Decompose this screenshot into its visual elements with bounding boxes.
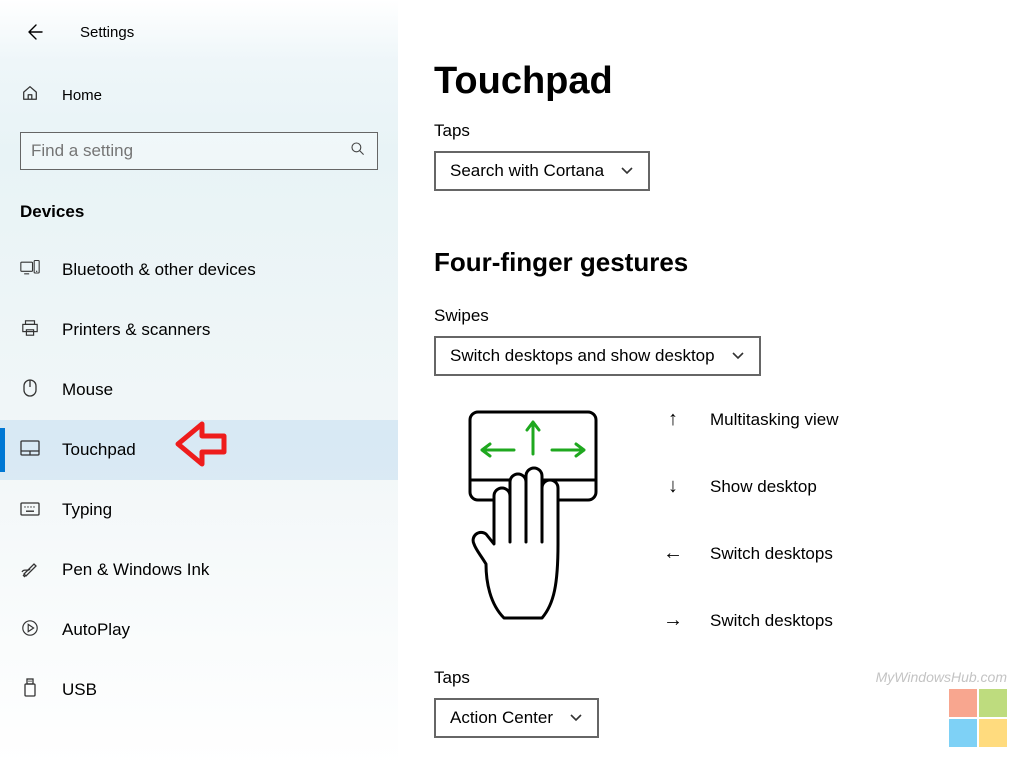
chevron-down-icon <box>569 708 583 728</box>
sidebar-item-pen[interactable]: Pen & Windows Ink <box>0 540 398 600</box>
legend-up: ↑ Multitasking view <box>660 408 839 431</box>
legend-label: Multitasking view <box>710 410 839 430</box>
taps2-dropdown[interactable]: Action Center <box>434 698 599 738</box>
sidebar-item-label: Bluetooth & other devices <box>62 260 256 280</box>
keyboard-icon <box>20 500 40 521</box>
search-icon <box>349 141 367 161</box>
swipes-label: Swipes <box>434 306 983 326</box>
dropdown-value: Action Center <box>450 708 553 728</box>
arrow-right-icon: → <box>660 609 686 632</box>
sidebar-item-label: Mouse <box>62 380 113 400</box>
arrow-down-icon: ↓ <box>660 475 686 498</box>
search-box[interactable] <box>20 132 378 170</box>
arrow-left-icon: ← <box>660 542 686 565</box>
gesture-diagram-block: ↑ Multitasking view ↓ Show desktop ← Swi… <box>434 404 983 644</box>
dropdown-value: Search with Cortana <box>450 161 604 181</box>
sidebar-item-usb[interactable]: USB <box>0 660 398 720</box>
devices-icon <box>20 259 40 282</box>
legend-label: Show desktop <box>710 477 817 497</box>
page-title: Touchpad <box>434 60 983 103</box>
sidebar-item-label: Typing <box>62 500 112 520</box>
header-row: Settings <box>0 10 398 70</box>
usb-icon <box>20 678 40 703</box>
sidebar-item-printers[interactable]: Printers & scanners <box>0 300 398 360</box>
swipes-dropdown[interactable]: Switch desktops and show desktop <box>434 336 761 376</box>
pen-icon <box>20 558 40 583</box>
category-header: Devices <box>0 194 398 240</box>
four-finger-gesture-illustration <box>434 404 604 644</box>
mouse-icon <box>20 378 40 403</box>
legend-label: Switch desktops <box>710 544 833 564</box>
legend-label: Switch desktops <box>710 611 833 631</box>
legend-down: ↓ Show desktop <box>660 475 839 498</box>
sidebar-item-autoplay[interactable]: AutoPlay <box>0 600 398 660</box>
taps2-label: Taps <box>434 668 983 688</box>
dropdown-value: Switch desktops and show desktop <box>450 346 715 366</box>
main-content: Touchpad Taps Search with Cortana Four-f… <box>398 0 1019 767</box>
sidebar-item-mouse[interactable]: Mouse <box>0 360 398 420</box>
sidebar-item-label: USB <box>62 680 97 700</box>
touchpad-icon <box>20 440 40 461</box>
chevron-down-icon <box>620 161 634 181</box>
sidebar: Settings Home Devices Bluetooth & other … <box>0 0 398 767</box>
taps-dropdown[interactable]: Search with Cortana <box>434 151 650 191</box>
arrow-up-icon: ↑ <box>660 408 686 431</box>
taps-label: Taps <box>434 121 983 141</box>
autoplay-icon <box>20 619 40 642</box>
chevron-down-icon <box>731 346 745 366</box>
sidebar-item-label: Pen & Windows Ink <box>62 560 209 580</box>
home-icon <box>20 84 40 106</box>
printer-icon <box>20 319 40 342</box>
sidebar-item-label: Printers & scanners <box>62 320 210 340</box>
sidebar-item-touchpad[interactable]: Touchpad <box>0 420 398 480</box>
back-arrow-icon <box>24 22 44 42</box>
gesture-legend: ↑ Multitasking view ↓ Show desktop ← Swi… <box>660 404 839 632</box>
back-button[interactable] <box>16 14 52 50</box>
legend-left: ← Switch desktops <box>660 542 839 565</box>
legend-right: → Switch desktops <box>660 609 839 632</box>
app-title: Settings <box>80 24 134 41</box>
sidebar-item-label: Touchpad <box>62 440 136 460</box>
home-link[interactable]: Home <box>0 70 398 120</box>
search-input[interactable] <box>31 141 349 161</box>
sidebar-item-bluetooth[interactable]: Bluetooth & other devices <box>0 240 398 300</box>
section-title: Four-finger gestures <box>434 247 983 278</box>
home-label: Home <box>62 87 102 104</box>
sidebar-item-label: AutoPlay <box>62 620 130 640</box>
sidebar-item-typing[interactable]: Typing <box>0 480 398 540</box>
